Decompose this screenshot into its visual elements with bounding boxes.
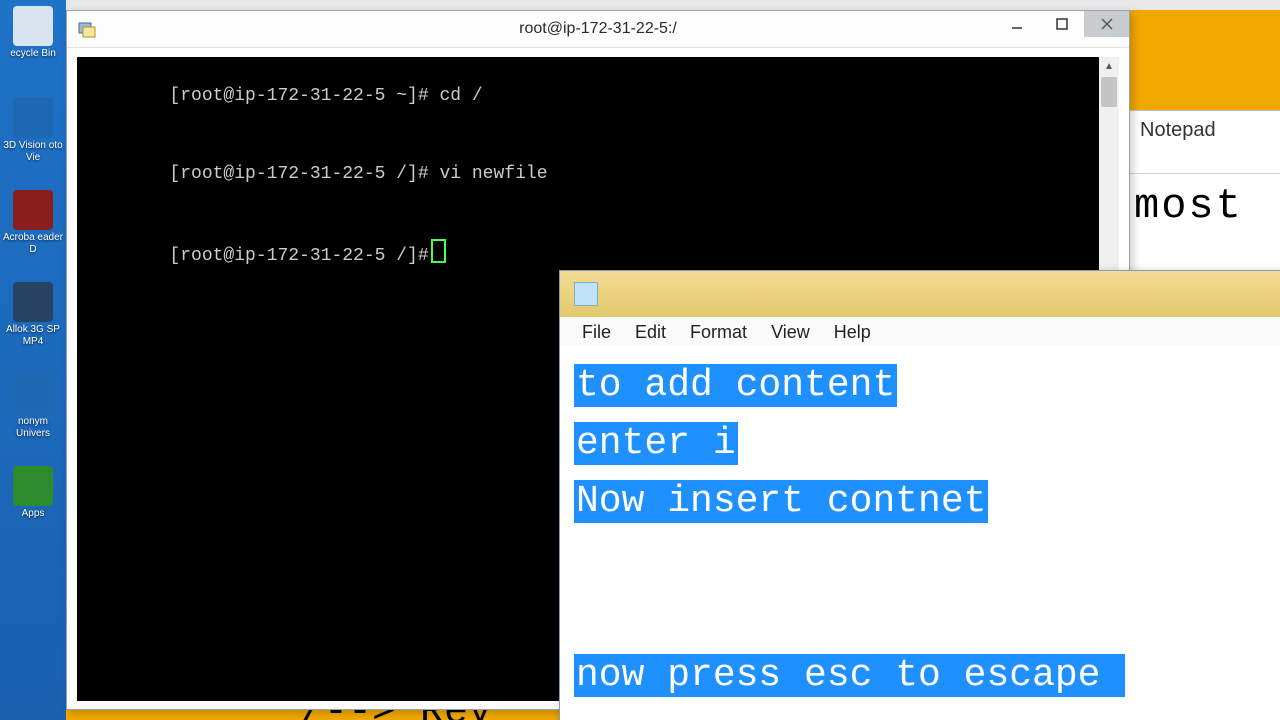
window-controls (994, 11, 1129, 41)
text-blank-line (574, 589, 1280, 647)
menu-file[interactable]: File (570, 320, 623, 345)
titlebar[interactable]: root@ip-172-31-22-5:/ (67, 11, 1129, 48)
menu-format[interactable]: Format (678, 320, 759, 345)
desktop-icon[interactable]: Apps (0, 460, 66, 552)
scrollbar-thumb[interactable] (1101, 77, 1117, 107)
desktop-icon-label: nonym Univers (0, 416, 66, 440)
vpn-icon (13, 374, 53, 414)
desktop: ecycle Bin 3D Vision oto Vie Acroba eade… (0, 0, 1280, 720)
menu-view[interactable]: View (759, 320, 822, 345)
selected-text: Now insert contnet (574, 480, 988, 523)
notepad-icon (574, 282, 598, 306)
desktop-icon[interactable]: nonym Univers (0, 368, 66, 460)
text-line: now press esc to escape (574, 647, 1280, 705)
terminal-prompt: [root@ip-172-31-22-5 /]# (169, 164, 428, 184)
desktop-icon[interactable]: Allok 3G SP MP4 (0, 276, 66, 368)
selected-text: to add content (574, 364, 897, 407)
terminal-line: [root@ip-172-31-22-5 /]# vi newfile (77, 135, 1099, 213)
desktop-icon[interactable]: Acroba eader D (0, 184, 66, 276)
terminal-command: vi newfile (429, 164, 548, 184)
recycle-bin-icon (13, 6, 53, 46)
desktop-icon-label: Acroba eader D (0, 232, 66, 256)
minimize-button[interactable] (994, 11, 1039, 37)
acrobat-icon (13, 190, 53, 230)
selected-text: enter i (574, 422, 738, 465)
text-area[interactable]: to add content enter i Now insert contne… (560, 347, 1280, 720)
desktop-icons-column: ecycle Bin 3D Vision oto Vie Acroba eade… (0, 0, 66, 720)
desktop-icon[interactable]: ecycle Bin (0, 0, 66, 92)
menu-bar: File Edit Format View Help (560, 317, 1280, 348)
window-title: root@ip-172-31-22-5:/ (67, 20, 1129, 38)
video-converter-icon (13, 282, 53, 322)
terminal-prompt: [root@ip-172-31-22-5 ~]# (169, 86, 428, 106)
selected-text: now press esc to escape (574, 654, 1125, 697)
scroll-up-icon[interactable]: ▲ (1099, 57, 1119, 75)
desktop-icon-label: Apps (22, 508, 45, 520)
apps-folder-icon (13, 466, 53, 506)
taskbar-hint (0, 0, 1280, 10)
text-line: to add content (574, 357, 1280, 415)
terminal-line: [root@ip-172-31-22-5 ~]# cd / (77, 57, 1099, 135)
text-line: Now insert contnet (574, 473, 1280, 531)
desktop-icon-label: 3D Vision oto Vie (0, 140, 66, 164)
terminal-cursor (431, 239, 446, 263)
text-line: enter i (574, 415, 1280, 473)
desktop-icon-label: ecycle Bin (10, 48, 56, 60)
terminal-command: cd / (429, 86, 483, 106)
notepad-window-background[interactable]: Notepad most (1125, 110, 1280, 282)
terminal-prompt: [root@ip-172-31-22-5 /]# (169, 246, 428, 266)
notepad-content[interactable]: most (1126, 174, 1280, 238)
window-title: Notepad (1126, 111, 1280, 174)
nvidia-icon (13, 98, 53, 138)
maximize-button[interactable] (1039, 11, 1084, 37)
desktop-icon[interactable]: 3D Vision oto Vie (0, 92, 66, 184)
text-blank-line (574, 531, 1280, 589)
close-button[interactable] (1084, 11, 1129, 37)
titlebar[interactable]: Ex (560, 271, 1280, 317)
menu-help[interactable]: Help (822, 320, 883, 345)
putty-icon (77, 19, 97, 39)
notes-window[interactable]: Ex File Edit Format View Help to add con… (559, 270, 1280, 720)
menu-edit[interactable]: Edit (623, 320, 678, 345)
desktop-icon-label: Allok 3G SP MP4 (0, 324, 66, 348)
